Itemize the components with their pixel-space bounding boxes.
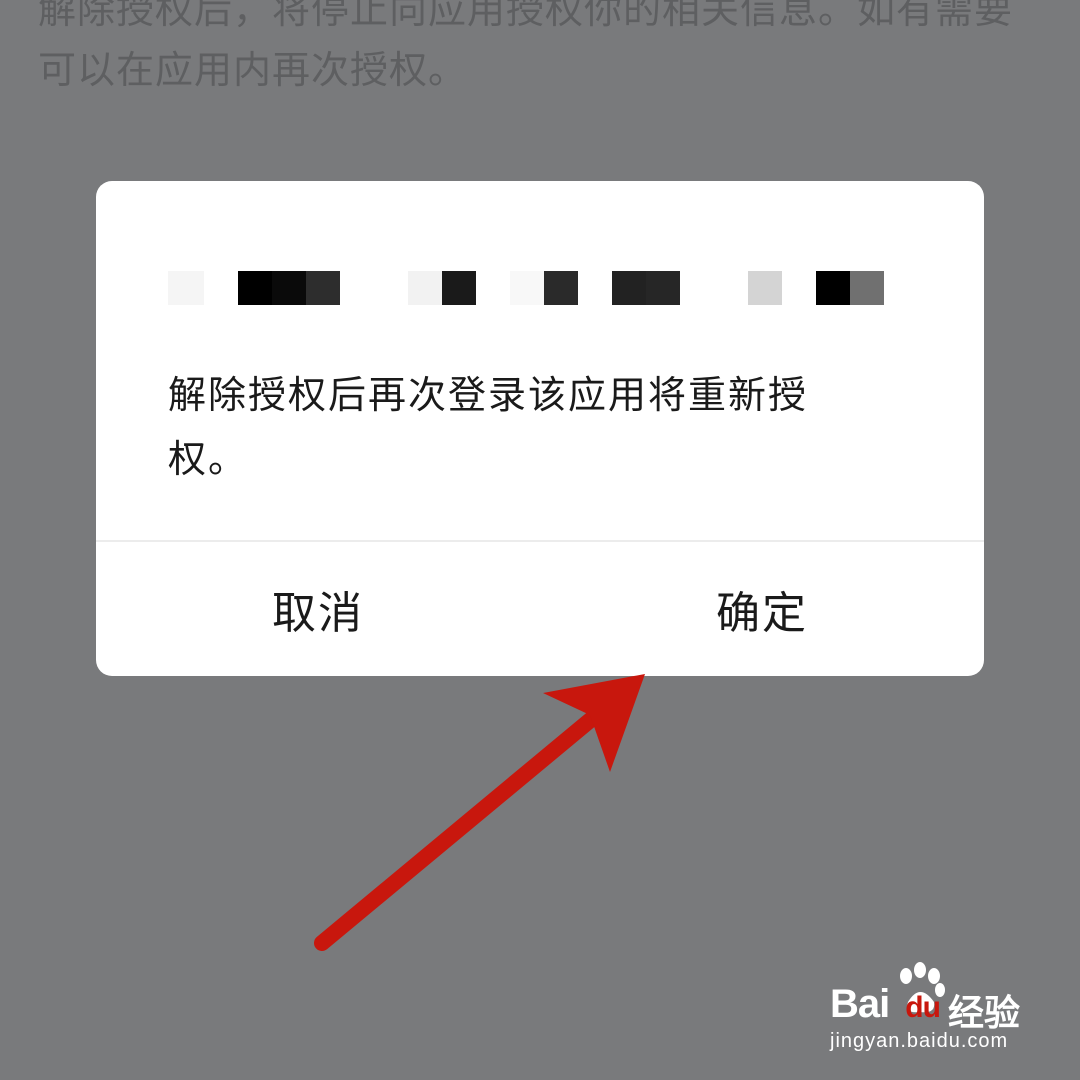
pixelation-block xyxy=(408,271,442,305)
pixelation-block xyxy=(544,271,578,305)
dialog-title-redacted xyxy=(168,271,912,307)
background-line-2: 可以在应用内再次授权。 xyxy=(38,48,468,92)
arrow-shaft xyxy=(314,704,608,951)
baidu-jingyan-watermark: Bai du 经验 jingyan.baidu.com xyxy=(830,960,1030,1060)
confirm-dialog: 解除授权后再次登录该应用将重新授 权。 取消 确定 xyxy=(96,181,984,676)
pixelation-block xyxy=(612,271,646,305)
watermark-suffix: 经验 xyxy=(948,993,1021,1034)
pixelation-block xyxy=(646,271,680,305)
pixelation-block xyxy=(306,271,340,305)
dialog-message-line-1: 解除授权后再次登录该应用将重新授 xyxy=(168,373,809,417)
pixelation-block xyxy=(272,271,306,305)
background-description: 解除授权后，将停止向应用授权你的相关信息。如有需要 可以在应用内再次授权。 xyxy=(38,0,1038,100)
dialog-button-row: 取消 确定 xyxy=(96,542,984,676)
pixelation-block xyxy=(168,271,204,305)
dialog-message: 解除授权后再次登录该应用将重新授 权。 xyxy=(168,363,888,491)
watermark-brand: Bai du xyxy=(830,982,941,1026)
pixelation-block xyxy=(816,271,850,305)
pixelation-block xyxy=(238,271,272,305)
watermark-url: jingyan.baidu.com xyxy=(830,1030,1009,1052)
pixelation-block xyxy=(442,271,476,305)
pixelation-block xyxy=(510,271,544,305)
confirm-button[interactable]: 确定 xyxy=(540,542,984,676)
pixelation-block xyxy=(850,271,884,305)
background-line-1: 解除授权后，将停止向应用授权你的相关信息。如有需要 xyxy=(38,0,1014,32)
dialog-message-line-2: 权。 xyxy=(168,437,249,481)
arrow-head xyxy=(543,674,645,772)
cancel-button[interactable]: 取消 xyxy=(96,542,540,676)
pixelation-block xyxy=(748,271,782,305)
